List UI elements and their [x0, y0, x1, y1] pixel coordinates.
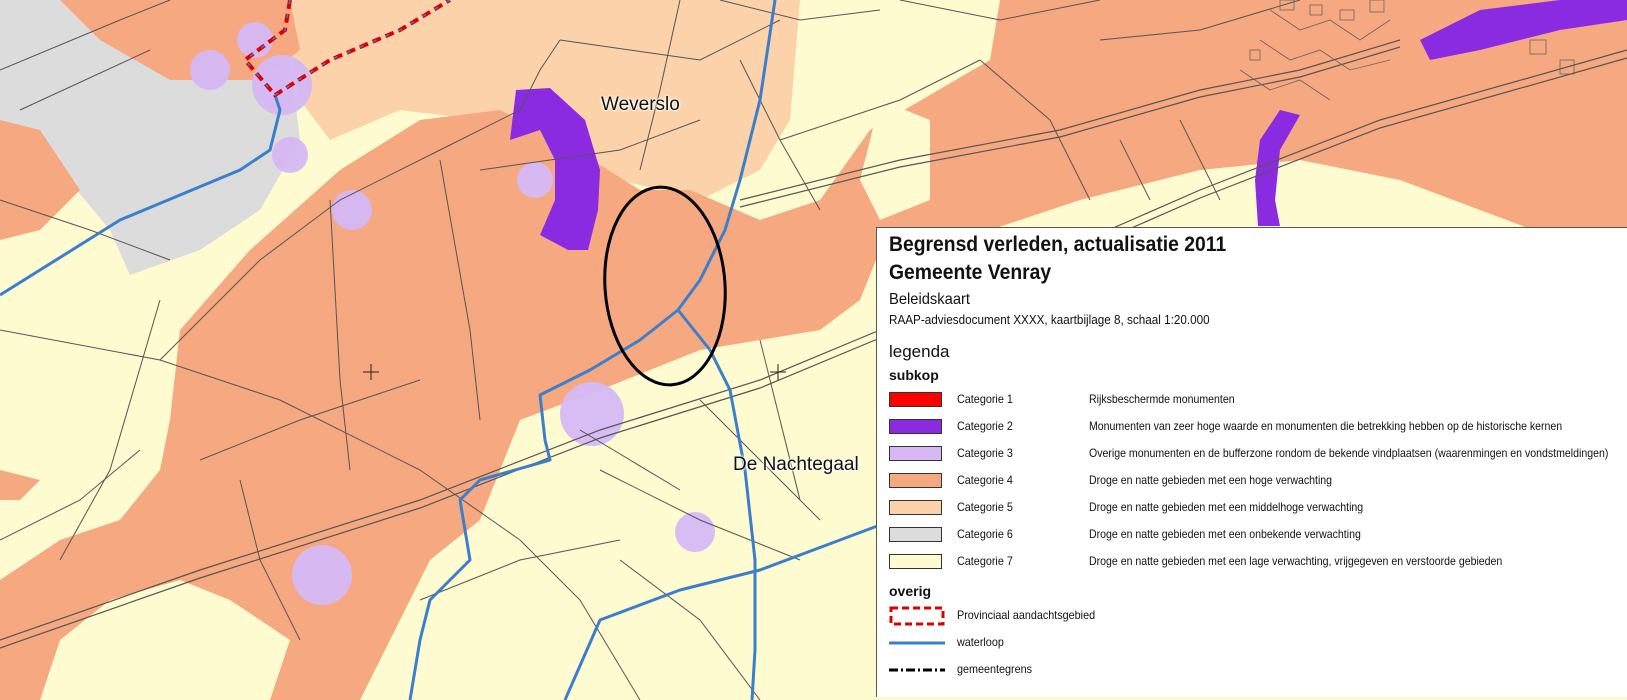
legend-item-categorie-7: Categorie 7 Droge en natte gebieden met … — [889, 552, 1619, 572]
legend-swatch-categorie-2 — [889, 419, 942, 434]
legend-description: Droge en natte gebieden met een middelho… — [1089, 500, 1364, 514]
dash-dot-line-icon — [889, 668, 945, 672]
legend-swatch-categorie-4 — [889, 473, 942, 488]
legend-heading: legenda — [889, 342, 950, 361]
legend-label: Provinciaal aandachtsgebied — [957, 608, 1096, 622]
legend-description: Overige monumenten en de bufferzone rond… — [1089, 446, 1609, 460]
legend-item-categorie-4: Categorie 4 Droge en natte gebieden met … — [889, 471, 1619, 491]
legend-description: Droge en natte gebieden met een onbekend… — [1089, 527, 1361, 541]
legend-description: Monumenten van zeer hoge waarde en monum… — [1089, 419, 1563, 433]
legend-label: Categorie 4 — [957, 473, 1013, 487]
legend-item-categorie-1: Categorie 1 Rijksbeschermde monumenten — [889, 390, 1619, 410]
legend-label: Categorie 1 — [957, 392, 1013, 406]
legend-label: Categorie 5 — [957, 500, 1013, 514]
legend-swatch-categorie-3 — [889, 446, 942, 461]
legend-label: Categorie 3 — [957, 446, 1013, 460]
legend-swatch-categorie-6 — [889, 527, 942, 542]
dashed-red-box-icon — [889, 606, 945, 626]
place-label-de-nachtegaal: De Nachtegaal — [733, 454, 859, 475]
legend-item-categorie-3: Categorie 3 Overige monumenten en de buf… — [889, 444, 1619, 464]
legend-section-subkop: subkop — [889, 367, 939, 383]
legend-item-provinciaal: Provinciaal aandachtsgebied — [889, 606, 1619, 626]
legend-swatch-categorie-5 — [889, 500, 942, 515]
legend-description: Droge en natte gebieden met een hoge ver… — [1089, 473, 1333, 487]
legend-item-gemeentegrens: gemeentegrens — [889, 660, 1619, 680]
legend-description: Droge en natte gebieden met een lage ver… — [1089, 554, 1503, 568]
legend-title: Begrensd verleden, actualisatie 2011 — [889, 233, 1227, 256]
legend-swatch-categorie-1 — [889, 392, 942, 407]
legend-subtitle: Beleidskaart — [889, 291, 971, 308]
legend-section-overig: overig — [889, 583, 932, 599]
blue-line-icon — [889, 641, 945, 645]
legend-document: RAAP-adviesdocument XXXX, kaartbijlage 8… — [889, 312, 1210, 327]
legend-item-waterloop: waterloop — [889, 633, 1619, 653]
map-legend: Begrensd verleden, actualisatie 2011 Gem… — [876, 227, 1627, 697]
legend-item-categorie-6: Categorie 6 Droge en natte gebieden met … — [889, 525, 1619, 545]
legend-item-categorie-2: Categorie 2 Monumenten van zeer hoge waa… — [889, 417, 1619, 437]
legend-label: Categorie 2 — [957, 419, 1013, 433]
legend-label: waterloop — [957, 635, 1004, 649]
legend-swatch-categorie-7 — [889, 554, 942, 569]
legend-label: Categorie 6 — [957, 527, 1013, 541]
legend-municipality: Gemeente Venray — [889, 261, 1052, 284]
legend-label: Categorie 7 — [957, 554, 1013, 568]
place-label-weverslo: Weverslo — [601, 94, 680, 115]
legend-label: gemeentegrens — [957, 662, 1033, 676]
legend-item-categorie-5: Categorie 5 Droge en natte gebieden met … — [889, 498, 1619, 518]
legend-description: Rijksbeschermde monumenten — [1089, 392, 1235, 406]
